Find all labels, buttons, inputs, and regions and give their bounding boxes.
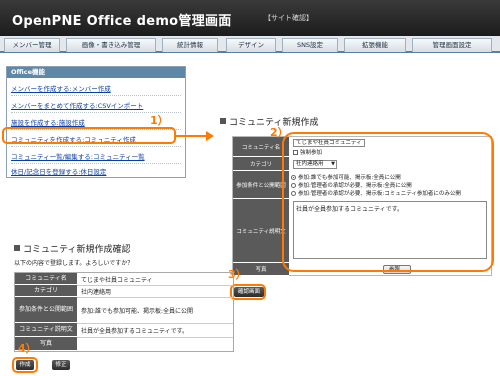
tab-image-post-management[interactable]: 画像・書き込み管理	[66, 38, 156, 52]
step4-label: 4）	[18, 342, 37, 355]
confirm-value-category: 社内連絡用	[81, 288, 112, 296]
label-description: コミュニティ説明文	[233, 199, 289, 263]
step3-highlight	[230, 284, 266, 300]
confirm-value-name: てじまや社員コミュニティ	[81, 276, 153, 284]
confirm-label-category: カテゴリ	[15, 285, 77, 297]
label-category: カテゴリ	[233, 157, 289, 171]
menu-divider	[11, 146, 181, 147]
step2-highlight	[282, 132, 494, 272]
tab-sns-settings[interactable]: SNS設定	[282, 38, 338, 52]
menu-divider	[11, 163, 181, 164]
menu-item-holiday-settings[interactable]: 休日/記念日を登録する:休日設定	[11, 166, 106, 176]
confirm-table: コミュニティ名 てじまや社員コミュニティ カテゴリ 社内連絡用 参加条件と公開範…	[14, 272, 234, 352]
tab-statistics[interactable]: 統計情報	[162, 38, 218, 52]
menu-item-create-member[interactable]: メンバーを作成する:メンバー作成	[11, 83, 111, 93]
confirm-label-join: 参加条件と公開範囲	[15, 297, 77, 323]
step1-highlight	[2, 127, 176, 144]
main-nav: メンバー管理 画像・書き込み管理 統計情報 デザイン SNS設定 拡張機能 管理…	[0, 36, 500, 53]
confirm-label-description: コミュニティ説明文	[15, 323, 77, 337]
step2-label: 2）	[270, 126, 289, 139]
label-join-conditions: 参加条件と公開範囲	[233, 171, 289, 199]
menu-item-csv-import[interactable]: メンバーをまとめて作成する:CSVインポート	[11, 100, 143, 110]
page-title: OpenPNE Office demo管理画面	[12, 14, 232, 29]
menu-title: Office機能	[7, 67, 185, 78]
tab-extensions[interactable]: 拡張機能	[344, 38, 406, 52]
confirm-value-join: 参加:誰でも参加可能、掲示板:全員に公開	[81, 307, 194, 315]
edit-back-button[interactable]: 修正	[52, 360, 70, 370]
confirm-value-description: 社員が全員参加するコミュニティです。	[81, 327, 189, 335]
confirm-description: 以下の内容で登録します。よろしいですか？	[14, 260, 134, 267]
step1-arrow-line	[176, 135, 208, 137]
tab-design[interactable]: デザイン	[226, 38, 276, 52]
tab-admin-settings[interactable]: 管理画面設定	[412, 38, 492, 52]
step1-label: 1）	[150, 114, 169, 127]
confirm-label-name: コミュニティ名	[15, 273, 77, 285]
menu-item-create-facility[interactable]: 施設を作成する:施設作成	[11, 117, 85, 127]
section-marker-icon	[14, 245, 20, 251]
step4-highlight	[12, 357, 38, 373]
row-divider	[77, 337, 233, 338]
label-community-name: コミュニティ名	[233, 137, 289, 157]
menu-item-community-list[interactable]: コミュニティ一覧/編集する:コミュニティ一覧	[11, 151, 145, 161]
app-header: OpenPNE Office demo管理画面 【サイト確認】	[0, 0, 500, 36]
confirm-title: コミュニティ新規作成確認	[14, 242, 130, 255]
menu-divider	[11, 95, 181, 96]
step1-arrow-head-icon	[206, 131, 214, 141]
tab-member-management[interactable]: メンバー管理	[4, 38, 60, 52]
site-check-link[interactable]: 【サイト確認】	[264, 13, 313, 23]
confirm-title-text: コミュニティ新規作成確認	[23, 245, 131, 255]
section-marker-icon	[220, 118, 226, 124]
